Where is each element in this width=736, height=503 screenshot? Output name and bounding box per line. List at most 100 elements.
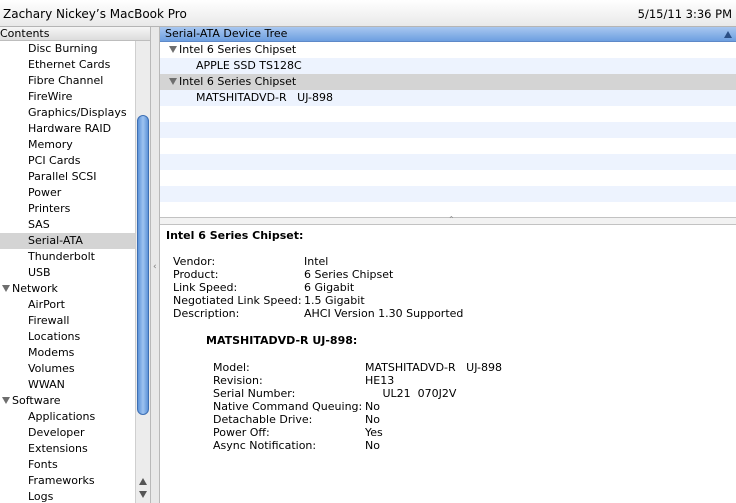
field-value: 1.5 Gigabit: [304, 294, 365, 307]
sidebar-item-label: AirPort: [28, 298, 65, 311]
sidebar-item-applications[interactable]: Applications: [0, 409, 135, 425]
sidebar-item-logs[interactable]: Logs: [0, 489, 135, 503]
sidebar-item-wwan[interactable]: WWAN: [0, 377, 135, 393]
field-value: Intel: [304, 255, 329, 268]
sidebar-item-label: USB: [28, 266, 51, 279]
scroll-up-arrow-icon[interactable]: [139, 478, 147, 485]
title-bar: Zachary Nickey’s MacBook Pro 5/15/11 3:3…: [0, 0, 736, 27]
disclosure-triangle-icon[interactable]: [169, 78, 177, 85]
sidebar-item-label: Fibre Channel: [28, 74, 104, 87]
field-label: Detachable Drive:: [213, 413, 313, 426]
field-value: No: [365, 413, 380, 426]
field-label: Negotiated Link Speed:: [173, 294, 302, 307]
sidebar-item-ethernet-cards[interactable]: Ethernet Cards: [0, 57, 135, 73]
tree-row-empty: [160, 186, 736, 202]
device-tree-rows: Intel 6 Series Chipset APPLE SSD TS128C In…: [160, 42, 736, 218]
tree-row-empty: [160, 154, 736, 170]
scroll-down-arrow-icon[interactable]: [139, 491, 147, 498]
splitter-grip-icon[interactable]: ‹: [153, 262, 157, 272]
device-tree: Serial-ATA Device Tree Intel 6 Series Ch…: [160, 27, 736, 217]
sidebar-item-memory[interactable]: Memory: [0, 137, 135, 153]
tree-row-empty: [160, 106, 736, 122]
contents-header[interactable]: Contents: [0, 27, 150, 41]
sidebar-group-network[interactable]: Network: [0, 281, 150, 297]
field-label: Model:: [213, 361, 250, 374]
horizontal-splitter[interactable]: ⌃: [160, 215, 736, 225]
sidebar-item-airport[interactable]: AirPort: [0, 297, 135, 313]
field-value: 6 Gigabit: [304, 281, 355, 294]
sidebar-item-disc-burning[interactable]: Disc Burning: [0, 41, 135, 57]
sidebar-item-frameworks[interactable]: Frameworks: [0, 473, 135, 489]
sidebar-item-modems[interactable]: Modems: [0, 345, 135, 361]
sidebar-item-label: Frameworks: [28, 474, 95, 487]
scroll-thumb[interactable]: [137, 115, 149, 415]
sidebar-item-label: Power: [28, 186, 62, 199]
sidebar-item-fibre-channel[interactable]: Fibre Channel: [0, 73, 135, 89]
field-value: No: [365, 400, 380, 413]
sidebar-item-developer[interactable]: Developer: [0, 425, 135, 441]
disclosure-triangle-icon[interactable]: [169, 46, 177, 53]
tree-row-empty: [160, 170, 736, 186]
sidebar-item-locations[interactable]: Locations: [0, 329, 135, 345]
sidebar-item-label: Memory: [28, 138, 73, 151]
field-value: 6 Series Chipset: [304, 268, 394, 281]
field-label: Serial Number:: [213, 387, 296, 400]
sidebar-item-thunderbolt[interactable]: Thunderbolt: [0, 249, 135, 265]
sidebar-item-firewire[interactable]: FireWire: [0, 89, 135, 105]
sidebar-item-pci-cards[interactable]: PCI Cards: [0, 153, 135, 169]
tree-row-device[interactable]: MATSHITADVD-R UJ-898: [160, 90, 736, 106]
field-value: HE13: [365, 374, 395, 387]
sidebar-group-software[interactable]: Software: [0, 393, 150, 409]
sidebar-item-label: Volumes: [28, 362, 75, 375]
splitter-grip-icon[interactable]: ⌃: [448, 215, 455, 224]
field-value: No: [365, 439, 380, 452]
sidebar-item-label: Fonts: [28, 458, 58, 471]
sidebar-item-label: FireWire: [28, 90, 73, 103]
sidebar-item-label: Software: [12, 394, 61, 407]
tree-row-controller[interactable]: Intel 6 Series Chipset: [160, 74, 736, 90]
sidebar-scrollbar[interactable]: [135, 41, 150, 503]
field-label: Revision:: [213, 374, 263, 387]
field-label: Product:: [173, 268, 219, 281]
field-label: Native Command Queuing:: [213, 400, 363, 413]
device-title: MATSHITADVD-R UJ-898:: [206, 334, 358, 347]
tree-row-controller[interactable]: Intel 6 Series Chipset: [160, 42, 736, 58]
sidebar-item-serial-ata[interactable]: Serial-ATA: [0, 233, 135, 249]
sidebar-item-label: PCI Cards: [28, 154, 81, 167]
sidebar-item-power[interactable]: Power: [0, 185, 135, 201]
tree-row-empty: [160, 122, 736, 138]
tree-row-empty: [160, 138, 736, 154]
sidebar-item-fonts[interactable]: Fonts: [0, 457, 135, 473]
sidebar-item-volumes[interactable]: Volumes: [0, 361, 135, 377]
sidebar-item-label: Disc Burning: [28, 42, 98, 55]
sidebar-item-printers[interactable]: Printers: [0, 201, 135, 217]
sidebar-item-label: Extensions: [28, 442, 88, 455]
field-label: Description:: [173, 307, 240, 320]
sidebar-item-label: WWAN: [28, 378, 65, 391]
sidebar-item-sas[interactable]: SAS: [0, 217, 135, 233]
sidebar-item-hardware-raid[interactable]: Hardware RAID: [0, 121, 135, 137]
disclosure-triangle-icon[interactable]: [2, 285, 10, 292]
detail-title: Intel 6 Series Chipset:: [166, 229, 304, 242]
field-label: Power Off:: [213, 426, 270, 439]
sidebar-item-firewall[interactable]: Firewall: [0, 313, 135, 329]
device-tree-header[interactable]: Serial-ATA Device Tree: [160, 27, 736, 42]
device-tree-header-label: Serial-ATA Device Tree: [165, 27, 288, 40]
sidebar-item-label: Network: [12, 282, 58, 295]
sidebar-item-graphics-displays[interactable]: Graphics/Displays: [0, 105, 135, 121]
sidebar-item-extensions[interactable]: Extensions: [0, 441, 135, 457]
disclosure-triangle-icon[interactable]: [2, 397, 10, 404]
detail-pane: Intel 6 Series Chipset: Vendor: Intel Prod…: [160, 225, 736, 503]
tree-row-label: Intel 6 Series Chipset: [179, 43, 297, 56]
computer-name: Zachary Nickey’s MacBook Pro: [3, 7, 187, 21]
tree-row-label: APPLE SSD TS128C: [196, 59, 302, 72]
field-label: Async Notification:: [213, 439, 317, 452]
tree-row-device[interactable]: APPLE SSD TS128C: [160, 58, 736, 74]
sort-ascending-icon[interactable]: [724, 31, 732, 38]
sidebar-item-parallel-scsi[interactable]: Parallel SCSI: [0, 169, 135, 185]
vertical-splitter[interactable]: ‹: [150, 27, 160, 503]
tree-row-label: MATSHITADVD-R UJ-898: [196, 91, 334, 104]
sidebar-item-label: Ethernet Cards: [28, 58, 111, 71]
sidebar-item-label: Printers: [28, 202, 71, 215]
sidebar-item-usb[interactable]: USB: [0, 265, 135, 281]
